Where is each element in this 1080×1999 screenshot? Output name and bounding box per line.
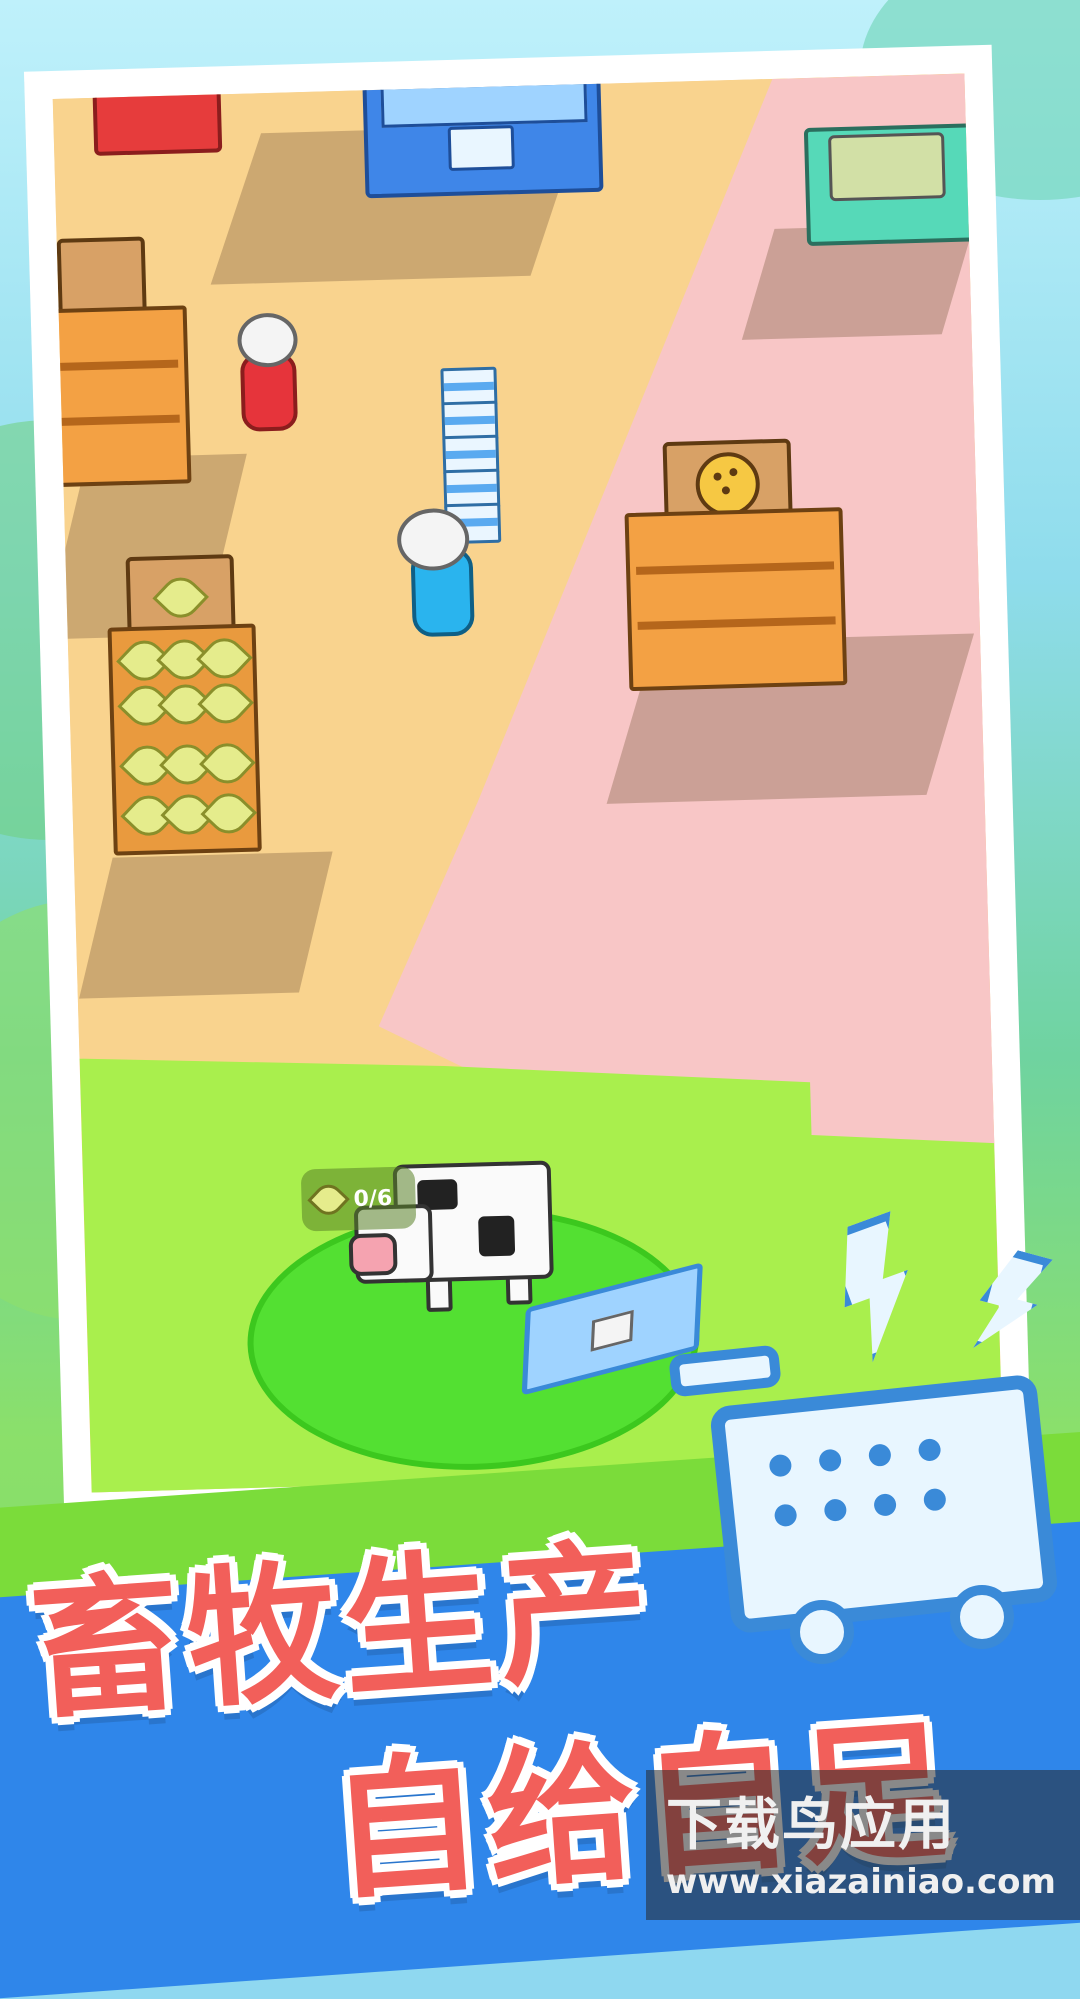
cart-dot: [867, 1443, 892, 1468]
wheat-icon: [307, 1178, 350, 1221]
cookie-icon: [694, 451, 761, 518]
watermark: 下载鸟应用 www.xiazainiao.com: [646, 1770, 1080, 1920]
cart-basket: [708, 1373, 1060, 1635]
cart-handle: [668, 1344, 782, 1398]
milk-carton-icon: [590, 1309, 634, 1352]
wheat-item: [199, 735, 256, 792]
shelf-row: [60, 359, 179, 371]
bread-sign: [56, 236, 147, 317]
cookie-shelf[interactable]: [624, 507, 848, 692]
milk-carton-icon: [447, 125, 515, 171]
wheat-item: [200, 785, 258, 842]
wheat-item: [196, 630, 253, 687]
bread-shelf[interactable]: [52, 305, 192, 488]
cow-spot: [478, 1215, 516, 1257]
cart-dot: [768, 1453, 793, 1478]
cart-dot: [922, 1487, 947, 1512]
wheat-counter-badge: 0/6: [300, 1166, 417, 1232]
shelf-row: [637, 616, 836, 630]
watermark-title: 下载鸟应用: [666, 1793, 956, 1858]
shelf-row: [636, 561, 835, 575]
wheat-item: [197, 675, 254, 732]
shelf-row: [61, 414, 180, 426]
object-shadow: [79, 851, 333, 999]
cart-dot: [773, 1503, 798, 1528]
cart-wheel: [790, 1600, 854, 1664]
cart-wheel: [950, 1585, 1014, 1649]
milk-freezer[interactable]: [362, 73, 604, 199]
watermark-url: www.xiazainiao.com: [666, 1862, 1056, 1902]
cart-dot: [917, 1437, 942, 1463]
cow-nose: [348, 1232, 398, 1277]
freezer-glass: [380, 76, 588, 128]
wheat-icon: [152, 569, 209, 626]
wheat-crate[interactable]: [107, 623, 262, 856]
cart-dot: [818, 1448, 843, 1473]
checkout-counter[interactable]: [803, 123, 976, 246]
shopping-cart-icon: [668, 1350, 1060, 1680]
red-fridge[interactable]: [92, 84, 223, 156]
cart-dot: [873, 1492, 898, 1517]
wheat-counter-text: 0/6: [353, 1185, 393, 1212]
counter-top: [828, 132, 946, 202]
cart-dot: [823, 1498, 848, 1523]
